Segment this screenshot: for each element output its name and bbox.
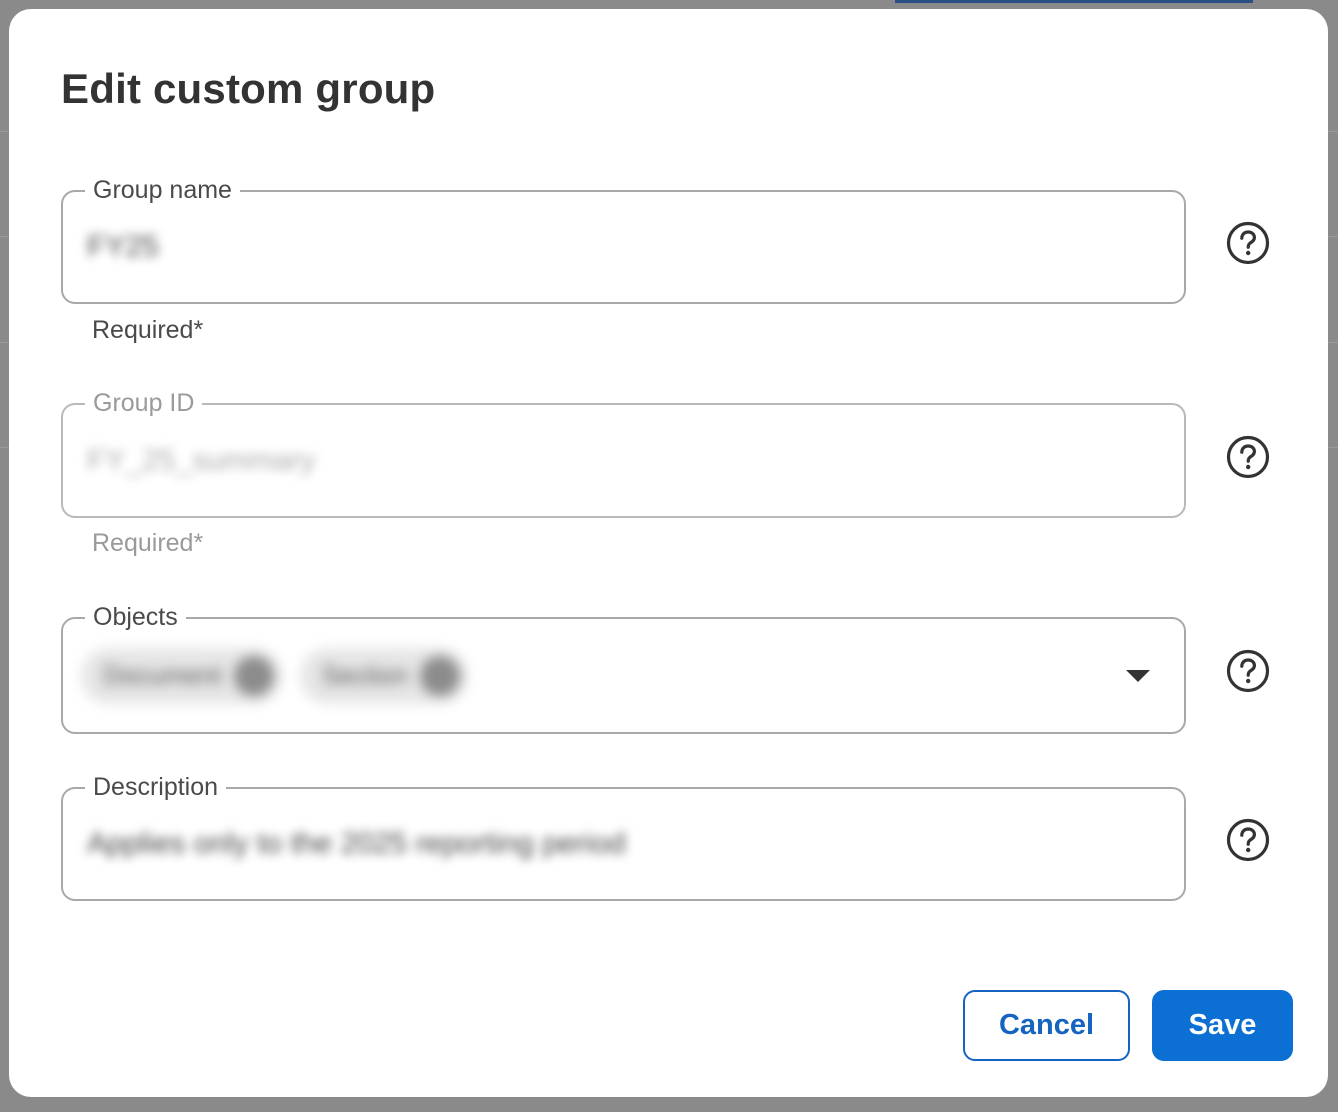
help-circle-icon[interactable]	[1225, 220, 1271, 266]
group-name-helper-text: Required*	[92, 316, 204, 344]
caret-down-icon[interactable]	[1126, 669, 1150, 682]
remove-chip-icon[interactable]	[233, 655, 274, 696]
object-chip[interactable]: Document	[81, 647, 282, 704]
help-circle-icon[interactable]	[1225, 434, 1271, 480]
description-value[interactable]: Applies only to the 2025 reporting perio…	[87, 827, 626, 861]
object-chip[interactable]: Section	[299, 647, 469, 704]
cancel-button[interactable]: Cancel	[963, 990, 1130, 1061]
group-name-field[interactable]: Group name FY25	[61, 175, 1186, 304]
group-id-helper-text: Required*	[92, 529, 204, 557]
object-chip-label: Section	[321, 660, 409, 690]
description-label: Description	[85, 772, 227, 802]
backdrop-accent	[895, 0, 1253, 3]
objects-label: Objects	[85, 602, 186, 632]
edit-custom-group-dialog: Edit custom group Group name FY25 Requir…	[9, 9, 1328, 1097]
help-circle-icon[interactable]	[1225, 648, 1271, 694]
object-chip-label: Document	[103, 660, 222, 690]
dialog-title: Edit custom group	[61, 65, 436, 112]
help-circle-icon[interactable]	[1225, 817, 1271, 863]
remove-chip-icon[interactable]	[420, 655, 461, 696]
objects-select[interactable]: Objects Document Section	[61, 602, 1186, 734]
description-field[interactable]: Description Applies only to the 2025 rep…	[61, 772, 1186, 901]
save-button[interactable]: Save	[1152, 990, 1293, 1061]
group-id-field: Group ID FY_25_summary	[61, 388, 1186, 518]
group-name-label: Group name	[85, 175, 240, 205]
group-id-value: FY_25_summary	[87, 443, 316, 477]
group-name-value[interactable]: FY25	[87, 230, 159, 264]
group-id-label: Group ID	[85, 388, 203, 418]
objects-chip-list: Document Section	[81, 647, 469, 704]
